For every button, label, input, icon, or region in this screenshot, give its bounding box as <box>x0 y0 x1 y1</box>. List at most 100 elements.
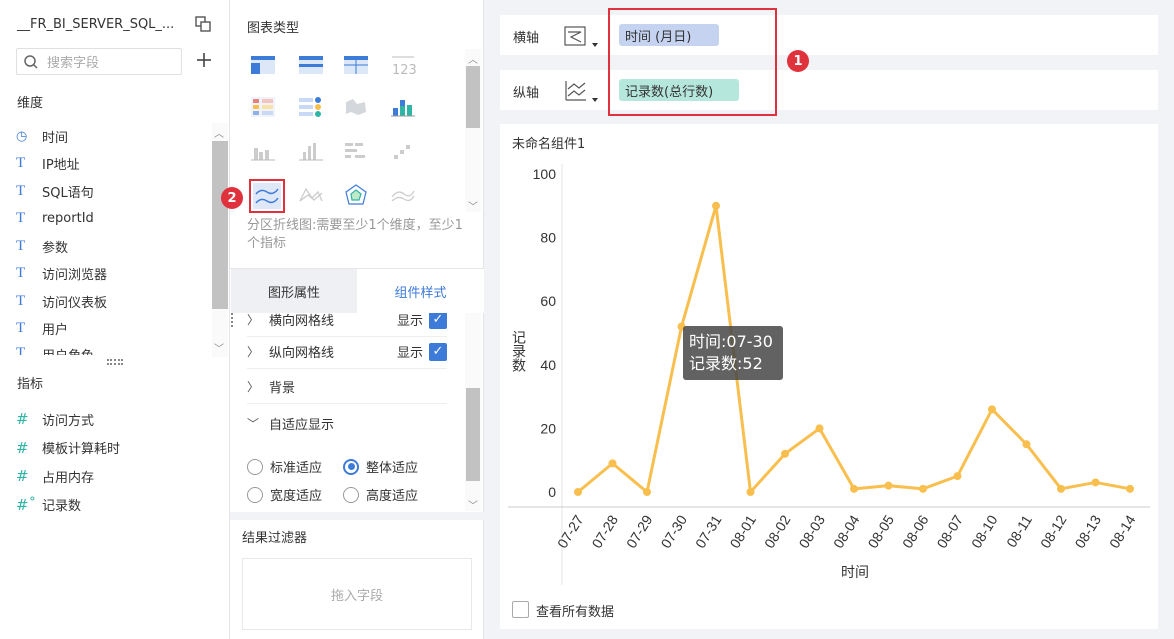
dimension-item[interactable]: T 访问浏览器 <box>16 263 107 285</box>
grouped-bar-icon[interactable] <box>250 140 280 166</box>
text-type-icon: T <box>16 237 26 254</box>
metric-item[interactable]: # 占用内存 <box>16 465 94 487</box>
detail-table-icon[interactable] <box>343 54 373 80</box>
dimension-label: 参数 <box>42 240 69 256</box>
v-grid-row[interactable]: 〉 纵向网格线 显示 ✓ <box>247 335 447 369</box>
view-all-label: 查看所有数据 <box>536 605 615 620</box>
dimension-item[interactable]: T IP地址 <box>16 153 80 175</box>
x-tick-label: 07-30 <box>657 512 690 551</box>
dimension-item[interactable]: T 参数 <box>16 235 68 257</box>
metric-item[interactable]: # 模板计算耗时 <box>16 437 120 459</box>
tooltip-line-2: 记录数:52 <box>689 354 763 373</box>
dimension-label: IP地址 <box>42 158 80 173</box>
tab-graphic-properties[interactable]: 图形属性 <box>231 269 357 313</box>
y-tick-label: 100 <box>533 166 557 182</box>
search-input[interactable]: 搜索字段 <box>16 48 182 75</box>
scroll-up-icon[interactable]: ︿ <box>468 51 478 66</box>
dimension-label: 用户 <box>42 323 69 338</box>
dot-table-icon[interactable] <box>298 96 328 122</box>
text-type-icon: T <box>16 182 26 199</box>
x-tick-label: 08-14 <box>1106 512 1139 551</box>
x-tick-label: 08-10 <box>968 512 1001 551</box>
background-row[interactable]: 〉 背景 <box>247 370 447 404</box>
dimension-label: SQL语句 <box>42 185 94 201</box>
adaptive-row[interactable]: ﹀ 自适应显示 <box>247 406 447 440</box>
chart-type-scroll-thumb[interactable] <box>466 66 480 128</box>
radio-height-label: 高度适应 <box>366 489 419 504</box>
scroll-down-icon[interactable]: ﹀ <box>468 497 478 512</box>
horizontal-bar-icon[interactable] <box>343 140 373 166</box>
view-all-checkbox[interactable] <box>512 601 529 618</box>
dimension-item[interactable]: T 用户 <box>16 318 68 340</box>
metric-label: 占用内存 <box>42 470 95 486</box>
resize-handle[interactable] <box>231 313 239 327</box>
color-table-icon[interactable] <box>250 96 280 122</box>
add-field-button[interactable] <box>195 51 213 69</box>
filter-drop-zone[interactable]: 拖入字段 <box>242 558 472 630</box>
x-tick-label: 08-06 <box>899 512 932 551</box>
style-properties: 〉 横向网格线 显示 ✓ 〉 纵向网格线 显示 ✓ 〉 背景 ﹀ 自适应显示 标… <box>231 313 465 511</box>
data-point <box>1091 478 1100 487</box>
v-grid-label: 纵向网格线 <box>269 346 335 361</box>
stacked-bar-icon[interactable] <box>390 96 420 122</box>
radio-height[interactable]: 高度适应 <box>343 485 418 504</box>
dataset-name: __FR_BI_SERVER_SQL_... <box>17 17 175 32</box>
h-grid-show-label: 显示 <box>396 314 423 329</box>
table-icon[interactable] <box>250 54 280 80</box>
radar-chart-icon[interactable] <box>343 183 373 209</box>
y-axis-label: 纵轴 <box>513 86 540 101</box>
x-tick-label: 08-11 <box>1003 512 1035 550</box>
partition-line-chart-icon[interactable] <box>253 183 283 209</box>
x-tick-label: 07-28 <box>588 512 621 551</box>
bar-chart-icon[interactable] <box>298 140 328 166</box>
waterfall-icon[interactable] <box>390 140 420 166</box>
chevron-right-icon: 〉 <box>247 380 260 394</box>
chart-hint: 分区折线图:需要至少1个维度，至少1个指标 <box>247 218 463 251</box>
filter-title: 结果过滤器 <box>242 531 308 546</box>
map-icon[interactable] <box>343 96 373 122</box>
range-area-icon[interactable] <box>390 183 420 209</box>
scroll-down-icon[interactable]: ﹀ <box>468 198 478 213</box>
dimension-item[interactable]: ◷ 时间 <box>16 125 68 147</box>
y-axis-chart-type-dropdown[interactable] <box>562 79 602 105</box>
dimension-item[interactable]: T SQL语句 <box>16 180 94 202</box>
data-point <box>643 488 651 496</box>
data-point <box>884 481 893 490</box>
field-panel: __FR_BI_SERVER_SQL_... 搜索字段 维度 ◷ 时间 T IP地址 T… <box>0 0 230 639</box>
metric-item[interactable]: # 访问方式 <box>16 408 94 430</box>
scroll-down-icon[interactable]: ﹀ <box>214 340 224 355</box>
series-line <box>577 204 1131 494</box>
data-point <box>815 424 824 433</box>
radio-standard[interactable]: 标准适应 <box>247 457 322 476</box>
x-tick-label: 08-13 <box>1071 512 1104 551</box>
scroll-up-icon[interactable]: ︿ <box>214 125 224 140</box>
dimension-scroll-thumb[interactable] <box>212 141 228 309</box>
group-table-icon[interactable] <box>298 54 328 80</box>
x-axis-chart-type-dropdown[interactable] <box>562 24 602 50</box>
area-chart-icon[interactable] <box>298 183 328 209</box>
chevron-down-icon: ﹀ <box>247 416 260 431</box>
radio-whole[interactable]: 整体适应 <box>343 457 418 476</box>
kpi-number-icon[interactable]: 123 <box>390 54 420 80</box>
style-scroll-thumb[interactable] <box>466 388 480 481</box>
y-tick-label: 40 <box>540 357 556 373</box>
switch-dataset-icon[interactable] <box>194 15 212 33</box>
dimension-item[interactable]: T 访问仪表板 <box>16 290 107 312</box>
h-grid-label: 横向网格线 <box>269 314 335 329</box>
x-tick-label: 08-02 <box>761 512 794 551</box>
svg-text:123: 123 <box>392 63 416 78</box>
resize-handle[interactable] <box>107 359 123 365</box>
h-grid-row[interactable]: 〉 横向网格线 显示 ✓ <box>247 313 447 337</box>
x-tick-label: 08-12 <box>1037 512 1070 551</box>
text-type-icon: T <box>16 320 26 336</box>
v-grid-checkbox[interactable]: ✓ <box>429 342 447 361</box>
dimension-item[interactable]: TreportId <box>16 208 94 230</box>
data-point <box>712 201 720 210</box>
number-type-icon: #˚ <box>16 495 37 514</box>
dimension-item[interactable]: T 用户角色 <box>16 345 94 355</box>
h-grid-checkbox[interactable]: ✓ <box>429 313 447 329</box>
radio-width[interactable]: 宽度适应 <box>247 485 322 504</box>
tab-component-style[interactable]: 组件样式 <box>357 269 484 313</box>
metric-item[interactable]: #˚ 记录数 <box>16 494 81 516</box>
data-point <box>850 484 858 493</box>
